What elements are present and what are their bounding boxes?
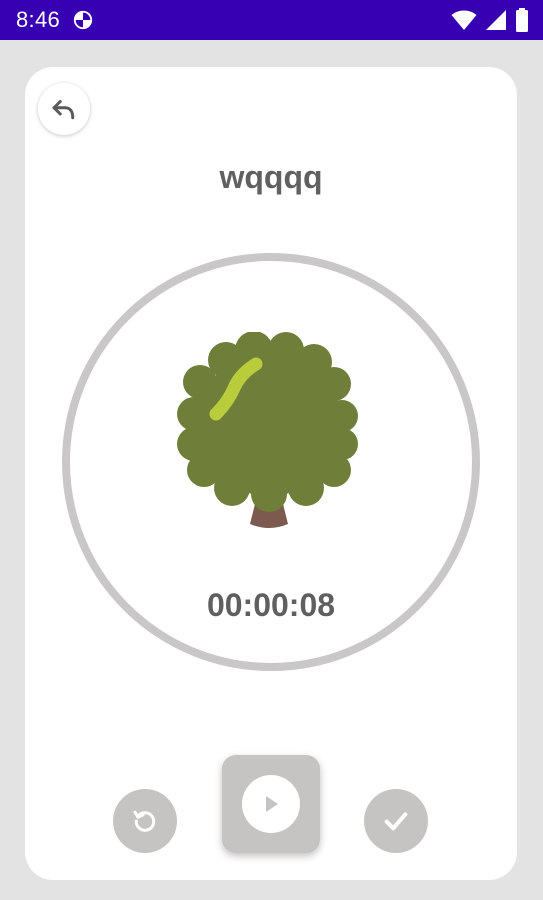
play-button-circle [242, 775, 300, 833]
undo-arrow-icon [52, 100, 75, 120]
play-icon [266, 796, 278, 812]
elapsed-time: 00:00:08 [206, 587, 336, 623]
task-title: wqqqq [219, 159, 323, 195]
circle-pie-icon [73, 10, 93, 30]
timer-card: wqqqq 00:00:08 [25, 67, 517, 880]
reset-button[interactable] [113, 789, 177, 853]
status-time: 8:46 [16, 7, 61, 32]
tree-icon [177, 332, 358, 528]
checkmark-icon [384, 812, 408, 831]
wifi-icon [451, 10, 477, 30]
reset-icon [133, 810, 156, 832]
play-button[interactable] [222, 755, 320, 853]
status-bar: 8:46 [0, 0, 543, 40]
done-button[interactable] [364, 789, 428, 853]
signal-icon [486, 10, 506, 30]
battery-icon [516, 8, 528, 32]
back-button[interactable] [38, 83, 90, 135]
